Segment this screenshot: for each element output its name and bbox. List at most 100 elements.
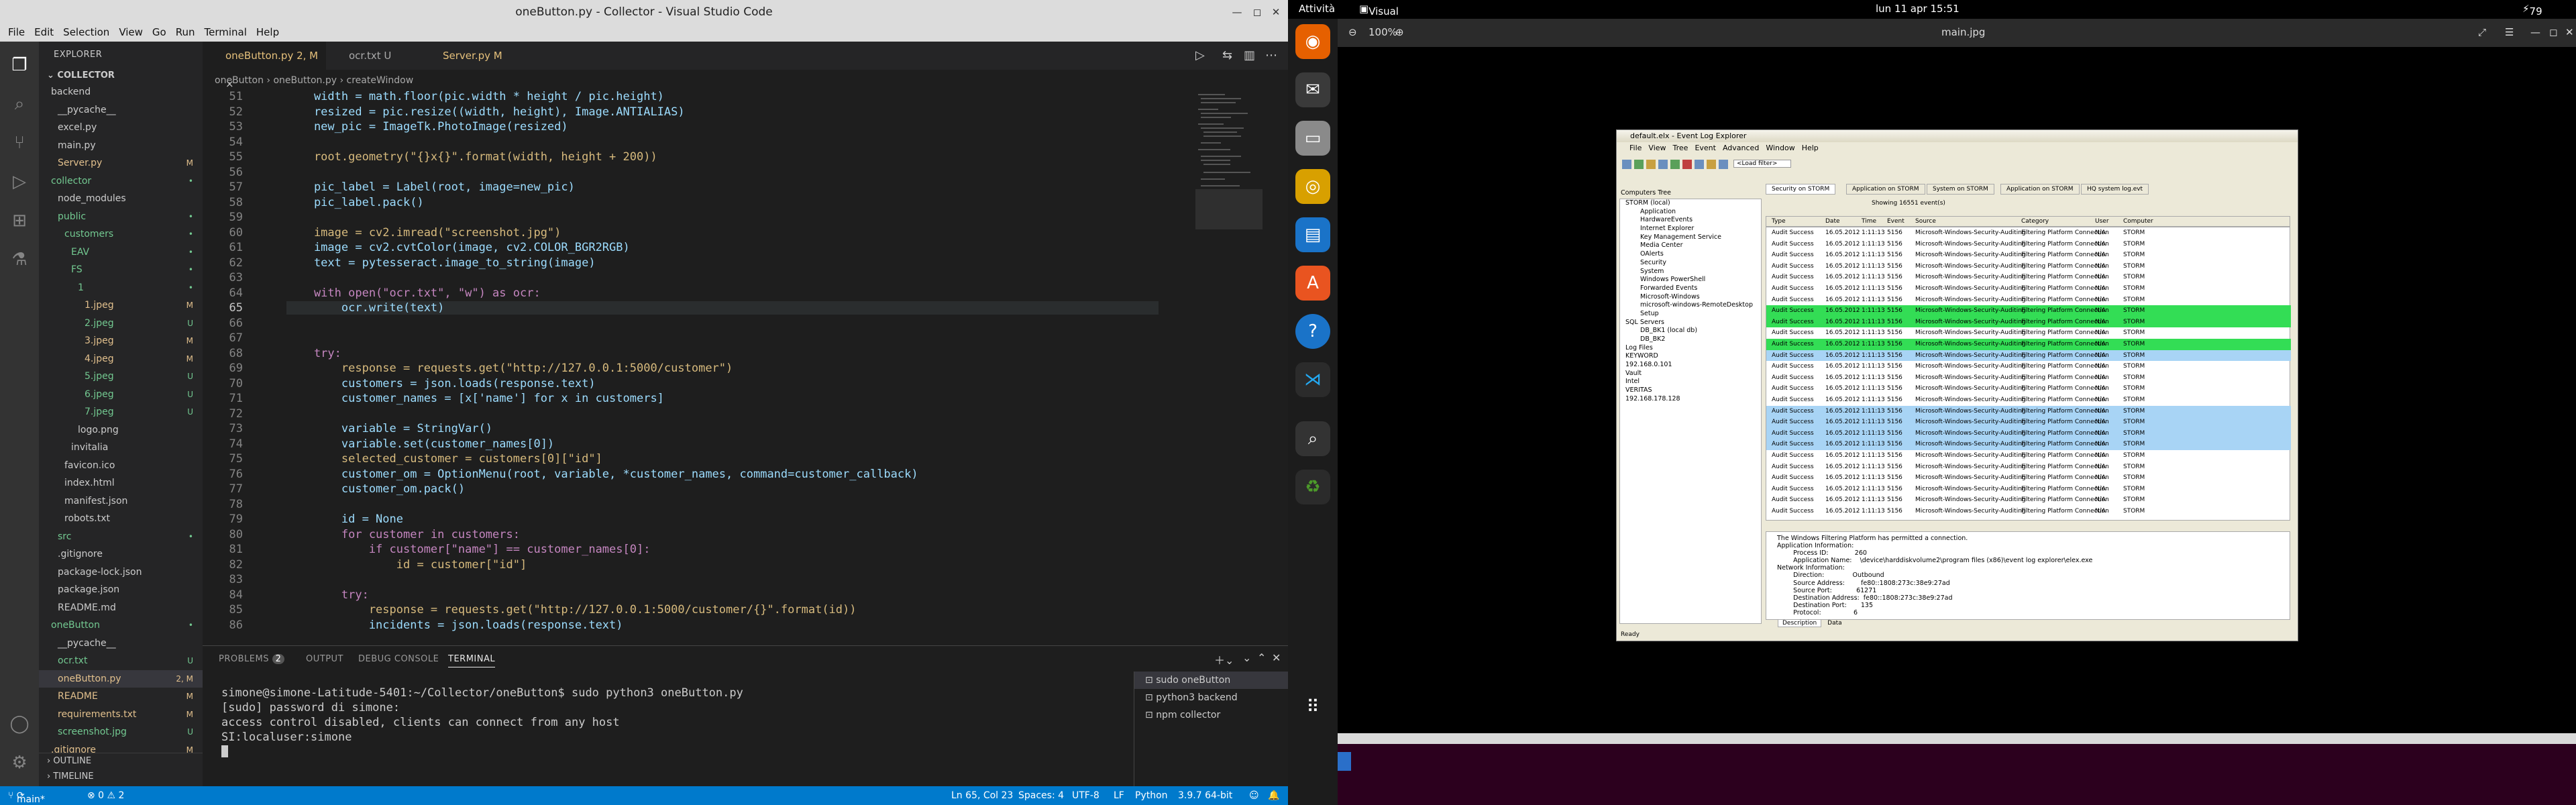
tree-item[interactable]: __pycache__ xyxy=(39,635,203,653)
terminal-line[interactable]: access control disabled, clients can con… xyxy=(221,716,620,729)
code-line[interactable]: image = cv2.cvtColor(image, cv2.COLOR_BG… xyxy=(286,241,630,254)
new-terminal-icon[interactable]: ＋⌄ xyxy=(1214,651,1234,667)
terminal-entry[interactable]: ⊡ npm collector xyxy=(1134,706,1288,724)
tree-item[interactable]: FS • xyxy=(39,261,203,279)
tree-item[interactable]: 3.jpeg M xyxy=(39,332,203,350)
tree-item[interactable]: backend xyxy=(39,83,203,101)
tab-server[interactable]: Server.py M xyxy=(420,42,521,70)
test-icon[interactable]: ⚗ xyxy=(8,248,31,271)
tree-item[interactable]: index.html xyxy=(39,474,203,492)
menu-terminal[interactable]: Terminal xyxy=(201,24,251,42)
tree-item[interactable]: package.json xyxy=(39,581,203,599)
code-line[interactable]: text = pytesseract.image_to_string(image… xyxy=(286,256,596,270)
menu-go[interactable]: Go xyxy=(148,24,170,42)
extensions-icon[interactable]: ⊞ xyxy=(8,209,31,232)
help-icon[interactable]: ? xyxy=(1295,314,1330,349)
code-line[interactable]: image = cv2.imread("screenshot.jpg") xyxy=(286,226,561,239)
vscode-icon[interactable]: ⋊ xyxy=(1295,362,1330,397)
zoom-in-icon[interactable]: ⊕ xyxy=(1395,26,1404,38)
chevron-up-icon[interactable]: ⌃ xyxy=(1257,651,1266,664)
code-line[interactable]: with open("ocr.txt", "w") as ocr: xyxy=(286,286,541,300)
zoom-out-icon[interactable]: ⊖ xyxy=(1348,26,1357,38)
tree-item[interactable]: README M xyxy=(39,688,203,706)
code-line[interactable]: variable = StringVar() xyxy=(286,422,492,435)
code-line[interactable]: customers = json.loads(response.text) xyxy=(286,377,596,390)
code-line[interactable]: for customer in customers: xyxy=(286,528,520,541)
code-line[interactable]: customer_names = [x['name'] for x in cus… xyxy=(286,392,664,405)
bell-icon[interactable]: 🔔 xyxy=(1268,790,1279,801)
thunderbird-icon[interactable]: ✉ xyxy=(1295,72,1330,107)
menu-edit[interactable]: Edit xyxy=(30,24,58,42)
branch-status[interactable]: ⑂ main* ⟳ xyxy=(8,790,45,805)
tree-item[interactable]: customers • xyxy=(39,225,203,244)
root-folder[interactable]: ⌄ COLLECTOR xyxy=(39,68,203,83)
tree-item[interactable]: main.py xyxy=(39,137,203,155)
code-line[interactable]: response = requests.get("http://127.0.0.… xyxy=(286,603,857,616)
tree-item[interactable]: .gitignore xyxy=(39,545,203,564)
run-icon[interactable]: ▷ xyxy=(1195,48,1205,62)
eol-status[interactable]: LF xyxy=(1114,790,1124,801)
app-menu[interactable]: ▣ Visual Studio Code xyxy=(1359,3,1401,42)
tab-onebutton[interactable]: oneButton.py 2, M × xyxy=(203,42,326,90)
code-view[interactable]: 51 width = math.floor(pic.width * height… xyxy=(203,90,1195,680)
tab-problems[interactable]: PROBLEMS 2 xyxy=(219,654,285,664)
maximize-icon[interactable]: ◻ xyxy=(1249,4,1265,20)
code-line[interactable]: root.geometry("{}x{}".format(width, heig… xyxy=(286,150,657,164)
code-line[interactable]: pic_label.pack() xyxy=(286,196,424,209)
tree-item[interactable]: package-lock.json xyxy=(39,564,203,582)
tree-item[interactable]: excel.py xyxy=(39,119,203,137)
account-icon[interactable]: ◯ xyxy=(8,712,31,735)
timeline-header[interactable]: › TIMELINE xyxy=(39,766,203,782)
tree-item[interactable]: README.md xyxy=(39,599,203,617)
terminal-line[interactable]: simone@simone-Latitude-5401:~/Collector/… xyxy=(221,686,743,700)
code-line[interactable]: try: xyxy=(286,347,341,360)
maximize-icon[interactable]: ◻ xyxy=(2549,26,2557,38)
tab-debug-console[interactable]: DEBUG CONSOLE xyxy=(358,654,439,664)
tree-item[interactable]: 5.jpeg U xyxy=(39,368,203,386)
code-line[interactable]: ocr.write(text) xyxy=(286,301,1159,315)
tree-item[interactable]: collector • xyxy=(39,172,203,191)
terminal-line[interactable]: SI:localuser:simone xyxy=(221,731,352,744)
writer-icon[interactable]: ▤ xyxy=(1295,217,1330,252)
terminal-entry[interactable]: ⊡ python3 backend xyxy=(1134,689,1288,706)
breadcrumb[interactable]: oneButton › oneButton.py › createWindow xyxy=(215,71,413,90)
tree-item[interactable]: invitalia xyxy=(39,439,203,457)
chevron-down-icon[interactable]: ⌄ xyxy=(1242,651,1251,664)
tree-item[interactable]: node_modules xyxy=(39,190,203,208)
indent-status[interactable]: Spaces: 4 xyxy=(1018,790,1064,801)
compare-icon[interactable]: ⇆ xyxy=(1222,48,1232,62)
tree-item[interactable]: oneButton • xyxy=(39,616,203,635)
tree-item[interactable]: logo.png xyxy=(39,421,203,439)
code-line[interactable]: new_pic = ImageTk.PhotoImage(resized) xyxy=(286,120,568,133)
minimize-icon[interactable]: — xyxy=(1229,4,1245,20)
tab-output[interactable]: OUTPUT xyxy=(306,654,343,664)
code-line[interactable]: try: xyxy=(286,588,369,602)
code-line[interactable]: resized = pic.resize((width, height), Im… xyxy=(286,105,685,119)
show-apps-icon[interactable]: ⠿ xyxy=(1295,690,1330,724)
tab-terminal[interactable]: TERMINAL xyxy=(448,654,496,667)
tree-item[interactable]: robots.txt xyxy=(39,510,203,528)
rhythmbox-icon[interactable]: ◎ xyxy=(1295,169,1330,204)
tree-item[interactable]: 6.jpeg U xyxy=(39,386,203,404)
cursor-position[interactable]: Ln 65, Col 23 xyxy=(951,790,1013,801)
tree-item[interactable]: manifest.json xyxy=(39,492,203,511)
tree-item[interactable]: ocr.txt U xyxy=(39,652,203,670)
tree-item[interactable]: 1.jpeg M xyxy=(39,297,203,315)
close-icon[interactable]: ✕ xyxy=(2565,26,2574,38)
tab-ocr[interactable]: ocr.txt U xyxy=(326,42,420,70)
zoom-level[interactable]: 100% xyxy=(1368,26,1397,38)
code-line[interactable]: width = math.floor(pic.width * height / … xyxy=(286,90,664,103)
gear-icon[interactable]: ⚙ xyxy=(8,751,31,774)
tree-item[interactable]: __pycache__ xyxy=(39,101,203,119)
code-line[interactable]: id = None xyxy=(286,513,403,526)
language-status[interactable]: Python xyxy=(1135,790,1168,801)
code-line[interactable]: customer_om.pack() xyxy=(286,482,465,496)
tree-item[interactable]: Server.py M xyxy=(39,154,203,172)
source-control-icon[interactable]: ⑂ xyxy=(8,131,31,154)
terminal-entry[interactable]: ⊡ sudo oneButton xyxy=(1134,672,1288,689)
menu-selection[interactable]: Selection xyxy=(59,24,113,42)
files-icon[interactable]: ▭ xyxy=(1295,121,1330,156)
close-panel-icon[interactable]: ✕ xyxy=(1272,651,1281,664)
tree-item[interactable]: EAV • xyxy=(39,244,203,262)
code-line[interactable]: pic_label = Label(root, image=new_pic) xyxy=(286,180,575,194)
